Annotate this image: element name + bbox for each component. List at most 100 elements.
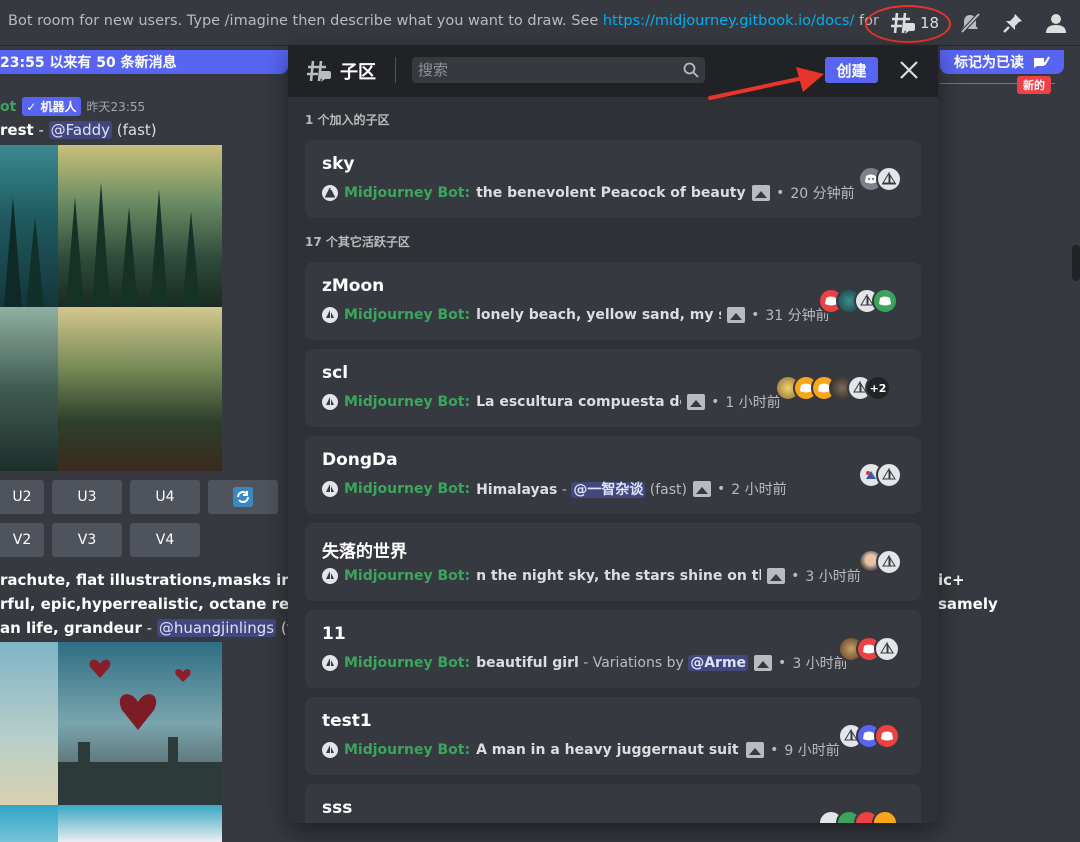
participant-avatars	[858, 549, 902, 575]
members-icon	[1046, 14, 1066, 33]
separator: -	[141, 619, 157, 637]
pinned-button[interactable]	[1001, 11, 1025, 35]
separator: -	[557, 482, 572, 498]
reroll-button[interactable]	[208, 480, 278, 514]
preview-author: Midjourney Bot:	[344, 742, 471, 758]
image-tile	[58, 307, 222, 471]
annotation-arrow	[708, 67, 824, 100]
participant-avatars	[818, 288, 898, 314]
prompt-line-overflow: samely	[938, 595, 998, 613]
chat-scrollbar[interactable]	[1072, 245, 1080, 281]
image-icon	[727, 307, 746, 323]
search-icon	[683, 62, 699, 78]
upscale-button-3[interactable]: U3	[52, 480, 122, 514]
discord-avatar-icon	[874, 723, 900, 749]
preview-time: 2 小时前	[731, 482, 787, 498]
sailboat-avatar-icon	[876, 462, 902, 488]
dot-separator: •	[791, 568, 800, 584]
thread-card[interactable]: 失落的世界 Midjourney Bot: n the night sky, t…	[305, 523, 921, 601]
thread-title: scl	[322, 363, 349, 383]
mark-read-icon	[1034, 56, 1050, 68]
sailboat-avatar-icon	[322, 481, 338, 497]
mute-button[interactable]	[958, 11, 982, 35]
image-grid[interactable]	[0, 145, 222, 471]
sailboat-avatar-icon	[874, 636, 900, 662]
preview-text: beautiful girl - Variations by @Arme	[476, 655, 749, 671]
new-messages-bar[interactable]: 23:55 以来有 50 条新消息	[0, 50, 288, 74]
threads-panel-title: 子区	[340, 62, 376, 83]
create-thread-button[interactable]: 创建	[825, 57, 878, 83]
thread-title: sky	[322, 154, 355, 174]
dot-separator: •	[751, 307, 760, 323]
variation-button-3[interactable]: V3	[52, 523, 122, 557]
annotation-circle	[865, 5, 951, 43]
channel-header: Bot room for new users. Type /imagine th…	[0, 0, 1080, 46]
thread-title: 失落的世界	[322, 542, 407, 562]
thread-card[interactable]: scl Midjourney Bot: La escultura compues…	[305, 349, 921, 427]
joined-threads-label: 1 个加入的子区	[305, 113, 390, 127]
preview-prompt: beautiful girl	[476, 655, 579, 671]
sailboat-avatar-icon	[876, 166, 902, 192]
close-icon[interactable]	[898, 59, 920, 81]
message-timestamp: 昨天23:55	[86, 100, 146, 114]
thread-card[interactable]: sky Midjourney Bot: the benevolent Peaco…	[305, 140, 921, 218]
variation-button-2[interactable]: V2	[0, 523, 44, 557]
threads-panel-header: 子区 创建	[288, 45, 938, 97]
upscale-button-2[interactable]: U2	[0, 480, 44, 514]
prompt-line: rful, epic,hyperrealistic, octane render…	[0, 595, 332, 613]
user-mention: @一智杂谈	[571, 482, 646, 498]
dot-separator: •	[711, 394, 720, 410]
preview-author: Midjourney Bot:	[344, 394, 471, 410]
search-input[interactable]	[418, 59, 678, 81]
refresh-icon	[233, 487, 253, 507]
preview-author: Midjourney Bot:	[344, 481, 471, 497]
balloon-illustration	[58, 659, 222, 805]
variation-button-4[interactable]: V4	[130, 523, 200, 557]
pin-icon	[1003, 14, 1022, 33]
prompt-text: an life, grandeur	[0, 619, 142, 637]
thread-title: test1	[322, 711, 372, 731]
thread-card[interactable]: 11 Midjourney Bot: beautiful girl - Vari…	[305, 610, 921, 688]
participant-avatars	[818, 810, 898, 823]
participant-avatars	[838, 636, 900, 662]
preview-author: Midjourney Bot:	[344, 655, 471, 671]
member-list-button[interactable]	[1044, 11, 1068, 35]
user-avatar	[872, 810, 898, 823]
thread-card[interactable]: DongDa Midjourney Bot: Himalayas - @一智杂谈…	[305, 436, 921, 514]
user-mention: @Arme	[688, 655, 749, 671]
new-pill: 新的	[1017, 76, 1051, 94]
sailboat-avatar-icon	[322, 394, 338, 410]
preview-author: Midjourney Bot:	[344, 307, 471, 323]
mute-icon	[960, 12, 981, 34]
image-icon	[693, 481, 711, 497]
thread-card[interactable]: sss	[305, 784, 921, 823]
topic-text: Bot room for new users. Type /imagine th…	[8, 13, 603, 29]
thread-search[interactable]	[412, 57, 705, 83]
image-icon	[752, 185, 771, 201]
thread-card[interactable]: test1 Midjourney Bot: A man in a heavy j…	[305, 697, 921, 775]
mark-as-read-button[interactable]: 标记为已读	[940, 50, 1064, 74]
dot-separator: •	[717, 481, 726, 497]
image-grid[interactable]	[0, 642, 222, 842]
sailboat-avatar-icon	[876, 549, 902, 575]
threads-panel: 子区 创建 1 个加入的子区 sky Midjourney Bot: the b…	[288, 45, 938, 823]
bot-tag: ✓ 机器人	[22, 97, 81, 116]
variation-buttons: V2 V3 V4	[0, 523, 200, 557]
message-header: ot ✓ 机器人 昨天23:55	[0, 97, 145, 116]
upscale-button-4[interactable]: U4	[130, 480, 200, 514]
thread-card[interactable]: zMoon Midjourney Bot: lonely beach, yell…	[305, 262, 921, 340]
preview-time: 9 小时前	[784, 743, 840, 759]
other-threads-label: 17 个其它活跃子区	[305, 235, 410, 249]
preview-time: 3 小时前	[805, 569, 861, 585]
user-mention[interactable]: @Faddy	[48, 121, 112, 139]
participant-avatars	[858, 462, 902, 488]
threads-icon	[307, 60, 331, 82]
message-author[interactable]: ot	[0, 99, 16, 115]
thread-preview: Midjourney Bot: the benevolent Peacock o…	[322, 183, 855, 203]
image-icon	[754, 655, 773, 671]
user-mention[interactable]: @huangjinlings	[156, 619, 277, 637]
thread-preview: Midjourney Bot: A man in a heavy juggern…	[322, 740, 840, 760]
topic-link[interactable]: https://midjourney.gitbook.io/docs/	[603, 13, 855, 29]
thread-preview: Midjourney Bot: n the night sky, the sta…	[322, 566, 861, 586]
discord-avatar-icon	[872, 288, 898, 314]
